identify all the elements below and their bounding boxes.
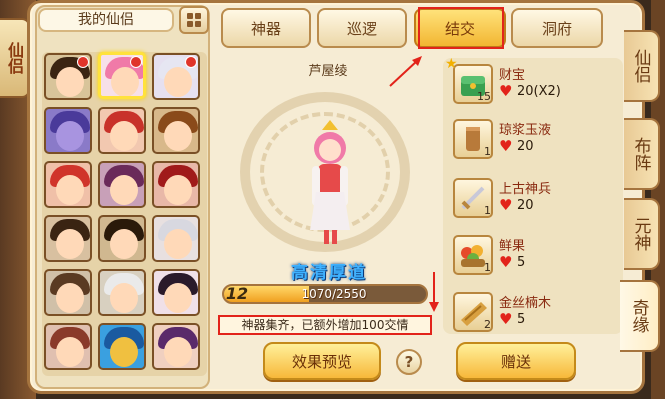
grid-view-button[interactable]: [179, 6, 209, 34]
partner-portrait[interactable]: [44, 323, 92, 370]
gift-count: 1: [484, 204, 491, 217]
new-badge: [130, 56, 142, 68]
character-figure: [310, 120, 350, 244]
partner-portrait[interactable]: [98, 161, 146, 208]
partner-portrait[interactable]: [98, 269, 146, 316]
artifact-notice: 神器集齐，已额外增加100交情: [218, 315, 432, 335]
heart-icon: ♥: [499, 196, 513, 214]
gift-name: 鲜果: [499, 239, 526, 254]
tab-cave[interactable]: 洞府: [511, 8, 603, 48]
partner-portrait[interactable]: [98, 323, 146, 370]
partner-portrait[interactable]: [44, 215, 92, 262]
partner-portrait[interactable]: [152, 215, 200, 262]
annotation-arrow-icon: [389, 56, 422, 87]
side-tab-partner[interactable]: 仙侣: [624, 30, 660, 102]
gift-count: 1: [484, 261, 491, 274]
heart-icon: ♥: [499, 137, 513, 155]
gift-name: 上古神兵: [499, 182, 552, 197]
partner-portrait[interactable]: [98, 215, 146, 262]
gift-name: 金丝楠木: [499, 296, 552, 311]
effect-preview-button[interactable]: 效果预览: [263, 342, 381, 380]
heart-icon: ♥: [499, 253, 513, 271]
partner-portrait[interactable]: [44, 107, 92, 154]
partner-portrait-selected[interactable]: [98, 52, 146, 99]
side-tab-spirit[interactable]: 元神: [624, 198, 660, 270]
gift-count: 2: [484, 318, 491, 331]
gift-count: 1: [484, 145, 491, 158]
partner-portrait[interactable]: [44, 269, 92, 316]
new-badge: [185, 56, 197, 68]
gift-affinity-value: 20: [517, 139, 534, 154]
gift-affinity-value: 20: [517, 198, 534, 213]
side-tab-encounter[interactable]: 奇缘: [620, 280, 660, 352]
annotation-arrow-icon: [429, 272, 439, 312]
star-icon: ★: [445, 56, 458, 72]
highlight-box: [418, 7, 504, 49]
gift-item[interactable]: 2 金丝楠木 ♥ 5: [447, 290, 619, 338]
heart-icon: ♥: [499, 310, 513, 328]
gift-name: 财宝: [499, 68, 526, 83]
left-edge-tab[interactable]: 仙侣: [0, 18, 30, 98]
gift-item[interactable]: ★ 15 财宝 ♥ 20(X2): [445, 56, 619, 110]
partner-portrait[interactable]: [98, 107, 146, 154]
new-badge: [77, 56, 89, 68]
heart-icon: ♥: [499, 82, 513, 100]
partner-portrait[interactable]: [152, 161, 200, 208]
gift-item[interactable]: 1 鲜果 ♥ 5: [447, 233, 619, 281]
side-tab-formation[interactable]: 布阵: [624, 118, 660, 190]
partner-portrait[interactable]: [44, 53, 92, 100]
partner-portrait[interactable]: [152, 53, 200, 100]
partner-portrait[interactable]: [44, 161, 92, 208]
gift-affinity-value: 5: [517, 312, 526, 327]
gift-item[interactable]: 1 上古神兵 ♥ 20: [447, 176, 619, 224]
tab-artifact[interactable]: 神器: [221, 8, 311, 48]
tab-patrol[interactable]: 巡逻: [317, 8, 407, 48]
partner-portrait[interactable]: [152, 107, 200, 154]
partner-portrait[interactable]: [152, 323, 200, 370]
help-button[interactable]: ?: [396, 349, 422, 375]
partner-list-title: 我的仙侣: [38, 8, 174, 32]
partner-portrait[interactable]: [152, 269, 200, 316]
affinity-progress-text: 1070/2550: [301, 287, 367, 301]
grid-icon: [187, 13, 201, 27]
gift-count: 15: [477, 90, 491, 103]
give-gift-button[interactable]: 赠送: [456, 342, 576, 380]
character-name: 芦屋绫: [308, 64, 348, 79]
gift-affinity-value: 20(X2): [517, 84, 561, 99]
gift-item[interactable]: 1 琼浆玉液 ♥ 20: [447, 117, 619, 165]
gift-name: 琼浆玉液: [499, 123, 552, 138]
quality-label: 高清厚道: [291, 263, 367, 283]
gift-affinity-value: 5: [517, 255, 526, 270]
